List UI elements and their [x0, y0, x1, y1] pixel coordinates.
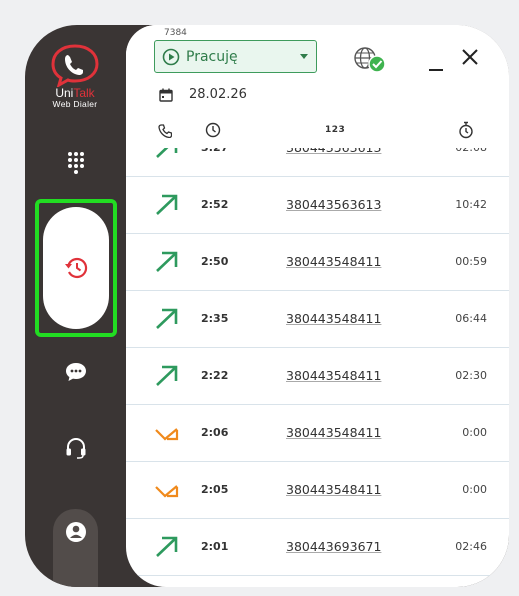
- call-number[interactable]: 380443548411: [286, 368, 381, 383]
- call-row[interactable]: 2:22 380443548411 02:30: [126, 348, 509, 405]
- dialpad-button[interactable]: [25, 143, 126, 183]
- globe-check-icon: [354, 47, 386, 73]
- call-row[interactable]: 2:52 380443563613 10:42: [126, 177, 509, 234]
- chat-button[interactable]: [25, 352, 126, 392]
- profile-button[interactable]: [53, 509, 98, 587]
- chevron-down-icon: [300, 54, 308, 59]
- status-label: Pracuję: [186, 48, 238, 65]
- call-duration: 00:59: [455, 255, 487, 268]
- dialer-window: UniTalk Web Dialer 7384 Pracuję 28.02.26…: [25, 25, 509, 587]
- dialpad-icon: [67, 152, 84, 174]
- main-panel: 7384 Pracuję 28.02.26 123 2:52 380443563…: [126, 25, 509, 587]
- outgoing-call-icon: [156, 365, 178, 386]
- minimize-icon[interactable]: [428, 57, 444, 73]
- history-highlight: [35, 199, 117, 337]
- sidebar: UniTalk Web Dialer: [25, 25, 126, 587]
- column-number: 123: [325, 125, 346, 135]
- call-number[interactable]: 380443693671: [286, 539, 381, 554]
- call-time: 2:06: [201, 426, 229, 439]
- call-number[interactable]: 380443548411: [286, 425, 381, 440]
- status-select[interactable]: Pracuję: [154, 40, 317, 73]
- call-time: 2:22: [201, 369, 229, 382]
- outgoing-call-icon: [156, 194, 178, 215]
- unanswered-call-icon: [155, 485, 179, 498]
- outgoing-call-icon: [156, 536, 178, 557]
- call-time: 2:01: [201, 540, 229, 553]
- history-icon: [65, 257, 88, 279]
- column-direction: [158, 123, 173, 142]
- call-time: 2:50: [201, 255, 229, 268]
- call-duration: 02:46: [455, 540, 487, 553]
- call-row[interactable]: 2:05 380443548411 0:00: [126, 462, 509, 519]
- date-filter[interactable]: 28.02.26: [159, 87, 247, 102]
- column-time: [205, 122, 221, 142]
- clock-icon: [205, 122, 221, 138]
- chat-icon: [65, 363, 86, 381]
- outgoing-call-icon: [156, 251, 178, 272]
- call-duration: 0:00: [462, 426, 487, 439]
- phone-bubble-icon: [51, 44, 99, 89]
- call-duration: 10:42: [455, 198, 487, 211]
- call-history-list: 3:2738044356361302:082:5238044356361310:…: [126, 120, 509, 576]
- call-row[interactable]: 2:06 380443548411 0:00: [126, 405, 509, 462]
- phone-icon: [158, 124, 173, 139]
- extension-number: 7384: [164, 28, 187, 38]
- play-circle-icon: [162, 48, 180, 65]
- unanswered-call-icon: [155, 428, 179, 441]
- logo-talk: Talk: [73, 86, 95, 100]
- call-duration: 0:00: [462, 483, 487, 496]
- date-value: 28.02.26: [189, 87, 247, 102]
- header: 7384 Pracuję 28.02.26 123: [126, 25, 509, 148]
- user-icon: [65, 522, 86, 542]
- call-number[interactable]: 380443548411: [286, 254, 381, 269]
- call-row[interactable]: 2:50 380443548411 00:59: [126, 234, 509, 291]
- headset-icon: [66, 438, 85, 459]
- call-row[interactable]: 2:35 380443548411 06:44: [126, 291, 509, 348]
- history-button[interactable]: [43, 207, 109, 329]
- unitalk-logo: UniTalk Web Dialer: [47, 43, 103, 109]
- network-status[interactable]: [352, 46, 388, 78]
- logo-subtitle: Web Dialer: [52, 99, 98, 109]
- support-button[interactable]: [25, 428, 126, 468]
- call-duration: 06:44: [455, 312, 487, 325]
- call-number[interactable]: 380443548411: [286, 482, 381, 497]
- logo-uni: Uni: [55, 86, 74, 100]
- call-time: 2:52: [201, 198, 229, 211]
- close-icon[interactable]: [460, 47, 480, 67]
- call-row[interactable]: 2:01 380443693671 02:46: [126, 519, 509, 576]
- call-duration: 02:30: [455, 369, 487, 382]
- calendar-icon: [159, 88, 173, 102]
- call-time: 2:05: [201, 483, 229, 496]
- column-duration: [458, 121, 474, 143]
- outgoing-call-icon: [156, 308, 178, 329]
- call-time: 2:35: [201, 312, 229, 325]
- call-number[interactable]: 380443548411: [286, 311, 381, 326]
- call-number[interactable]: 380443563613: [286, 197, 381, 212]
- stopwatch-icon: [459, 121, 473, 139]
